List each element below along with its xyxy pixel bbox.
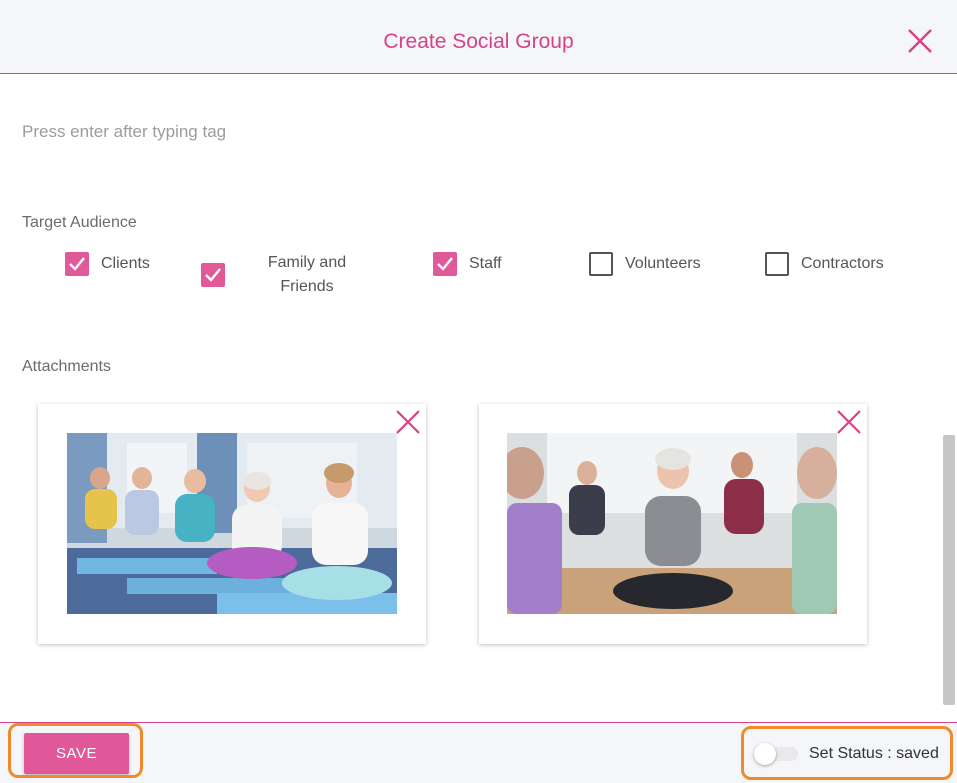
target-audience-label: Target Audience xyxy=(22,214,137,231)
scrollbar-thumb[interactable] xyxy=(943,435,955,705)
family-and-friends-label-line2: Friends xyxy=(280,278,334,295)
tag-input[interactable] xyxy=(22,118,622,146)
attachment-image[interactable] xyxy=(507,433,837,614)
attachment-card xyxy=(479,404,867,644)
attachments-label: Attachments xyxy=(22,358,111,375)
close-icon xyxy=(908,29,932,53)
clients-label[interactable]: Clients xyxy=(101,255,150,273)
attachment-card xyxy=(38,404,426,644)
dialog-title: Create Social Group xyxy=(383,30,574,53)
toggle-knob xyxy=(754,743,776,765)
family-and-friends-checkbox[interactable] xyxy=(201,263,225,287)
attachment-image[interactable] xyxy=(67,433,397,614)
family-and-friends-label-line1: Family and xyxy=(267,254,347,271)
volunteers-label[interactable]: Volunteers xyxy=(625,255,701,273)
close-icon xyxy=(396,410,420,434)
checkmark-icon xyxy=(205,268,221,282)
save-button[interactable]: SAVE xyxy=(24,733,129,774)
dialog-header: Create Social Group xyxy=(0,0,957,74)
checkmark-icon xyxy=(437,257,453,271)
contractors-label[interactable]: Contractors xyxy=(801,255,884,273)
close-icon xyxy=(837,410,861,434)
staff-checkbox[interactable] xyxy=(433,252,457,276)
clients-checkbox[interactable] xyxy=(65,252,89,276)
family-and-friends-label[interactable]: Family and Friends xyxy=(247,251,367,299)
status-toggle[interactable] xyxy=(754,743,800,765)
close-dialog-button[interactable] xyxy=(906,27,934,55)
checkmark-icon xyxy=(69,257,85,271)
status-label: Set Status : saved xyxy=(809,745,939,762)
staff-label[interactable]: Staff xyxy=(469,255,502,273)
contractors-checkbox[interactable] xyxy=(765,252,789,276)
remove-attachment-button[interactable] xyxy=(394,408,422,436)
yoga-class-photo xyxy=(507,433,837,614)
volunteers-checkbox[interactable] xyxy=(589,252,613,276)
yoga-group-photo xyxy=(67,433,397,614)
remove-attachment-button[interactable] xyxy=(835,408,863,436)
